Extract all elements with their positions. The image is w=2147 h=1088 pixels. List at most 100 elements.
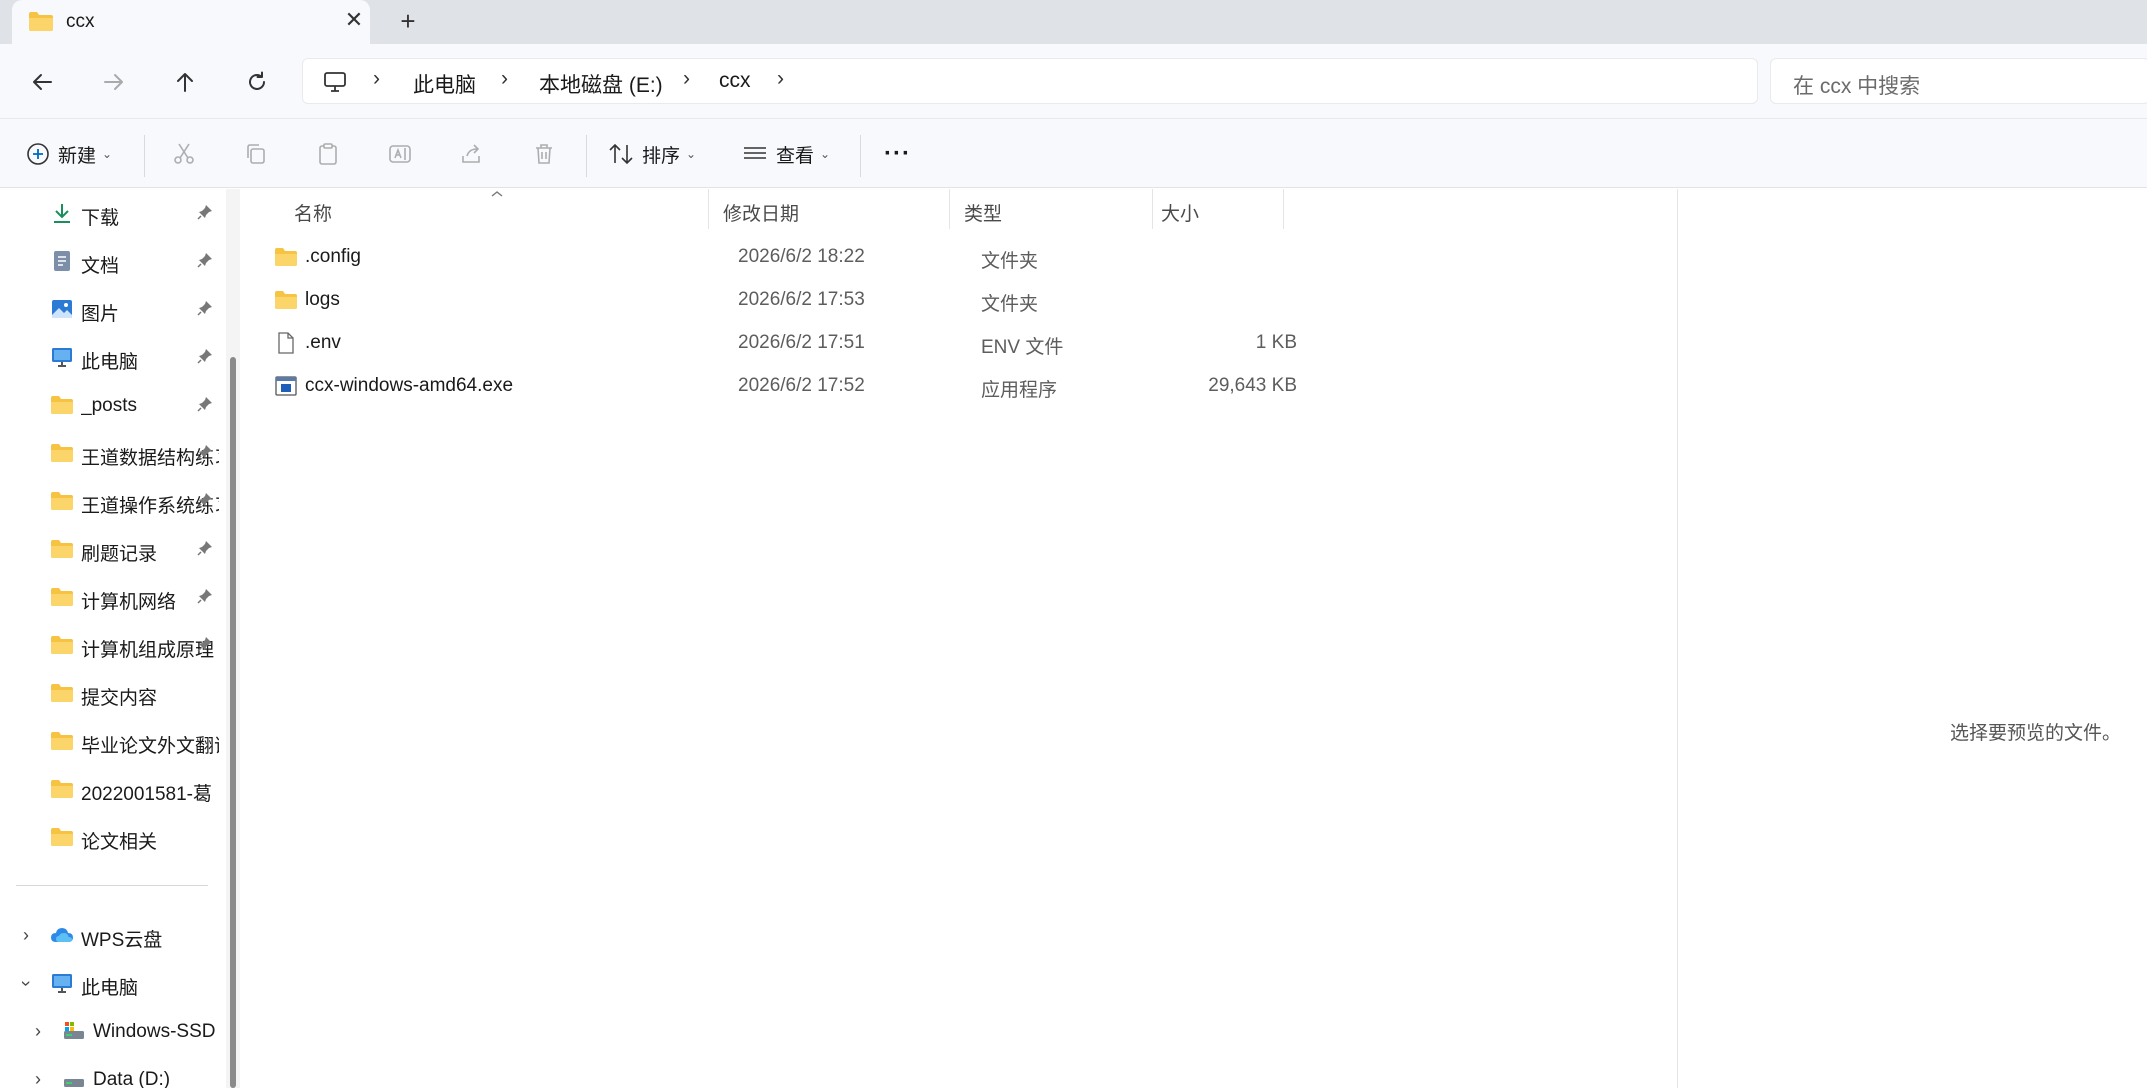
file-date: 2026/6/2 17:53 <box>738 289 865 310</box>
sidebar-item-folder[interactable]: 计算机网络 <box>0 575 222 619</box>
delete-button[interactable] <box>532 135 556 173</box>
column-header-size[interactable]: 大小 <box>1153 189 1283 229</box>
cut-button[interactable] <box>172 135 196 173</box>
computer-icon <box>324 72 346 92</box>
sidebar-item-data-d[interactable]: › Data (D:) <box>0 1057 222 1088</box>
sidebar-item-pictures[interactable]: 图片 <box>0 287 222 331</box>
sidebar-item-this-pc[interactable]: 此电脑 <box>0 335 222 379</box>
file-list: 名称 修改日期 类型 大小 .config 2026/6/2 18:22 文件夹… <box>246 189 1678 1088</box>
file-icon <box>278 332 294 354</box>
file-type: 应用程序 <box>981 380 1058 401</box>
breadcrumb-separator-icon[interactable]: › <box>683 67 690 91</box>
file-type: 文件夹 <box>981 294 1039 315</box>
sidebar-item-folder[interactable]: 2022001581-葛 <box>0 767 222 811</box>
folder-icon <box>51 492 73 510</box>
paste-button[interactable] <box>316 135 340 173</box>
folder-icon <box>51 684 73 702</box>
refresh-icon[interactable] <box>237 62 277 102</box>
file-name: .config <box>305 246 361 267</box>
forward-arrow-icon[interactable] <box>94 62 134 102</box>
sidebar-item-documents[interactable]: 文档 <box>0 239 222 283</box>
preview-message: 选择要预览的文件。 <box>1950 723 2122 744</box>
divider <box>144 135 145 177</box>
table-row[interactable]: ccx-windows-amd64.exe 2026/6/2 17:52 应用程… <box>268 366 1528 406</box>
preview-divider[interactable] <box>1677 189 1678 1088</box>
search-input[interactable]: 在 ccx 中搜索 <box>1770 58 2147 104</box>
navigation-pane: 下载 文档 图片 此电脑 _posts 王道数据结构练习 王道操作系统练习 刷题… <box>0 189 222 1088</box>
file-name: logs <box>305 289 340 310</box>
sidebar-item-windows-ssd[interactable]: › Windows-SSD <box>0 1009 222 1053</box>
folder-icon <box>51 780 73 798</box>
breadcrumb-separator-icon[interactable]: › <box>777 67 784 91</box>
file-name: ccx-windows-amd64.exe <box>305 375 514 396</box>
chevron-right-icon[interactable]: › <box>28 1069 48 1088</box>
copy-button[interactable] <box>244 135 268 173</box>
new-tab-button[interactable]: + <box>392 6 424 38</box>
tab-title: ccx <box>66 11 95 32</box>
plus-circle-icon <box>27 143 49 165</box>
sidebar-item-folder[interactable]: 计算机组成原理 <box>0 623 222 667</box>
table-row[interactable]: .config 2026/6/2 18:22 文件夹 <box>268 237 1528 277</box>
sidebar-item-folder[interactable]: 毕业论文外文翻译 <box>0 719 222 763</box>
rename-button[interactable] <box>388 135 412 173</box>
chevron-right-icon[interactable]: › <box>28 1021 48 1042</box>
share-button[interactable] <box>460 135 484 173</box>
sort-button-label: 排序 <box>642 145 681 167</box>
table-row[interactable]: logs 2026/6/2 17:53 文件夹 <box>268 280 1528 320</box>
breadcrumb-this-pc[interactable]: 此电脑 <box>413 69 476 99</box>
view-button[interactable]: 查看 ⌄ <box>742 135 830 173</box>
address-bar[interactable]: › 此电脑 › 本地磁盘 (E:) › ccx › <box>302 58 1758 104</box>
sidebar-item-folder[interactable]: 提交内容 <box>0 671 222 715</box>
download-icon <box>54 204 70 223</box>
title-bar: ccx ✕ + <box>0 0 2147 44</box>
sidebar-item-folder[interactable]: 论文相关 <box>0 815 222 859</box>
pin-icon <box>197 637 212 652</box>
new-button[interactable]: 新建 ⌄ <box>26 135 112 173</box>
sidebar-item-posts[interactable]: _posts <box>0 383 222 427</box>
column-header-name[interactable]: 名称 <box>246 189 708 229</box>
file-date: 2026/6/2 17:51 <box>738 332 865 353</box>
divider <box>16 885 208 886</box>
sort-button[interactable]: 排序 ⌄ <box>608 135 696 173</box>
column-divider[interactable] <box>1283 189 1284 229</box>
drive-icon <box>64 1079 84 1087</box>
sidebar-item-folder[interactable]: 王道数据结构练习 <box>0 431 222 475</box>
folder-icon <box>51 828 73 846</box>
chevron-right-icon[interactable]: › <box>16 925 36 946</box>
sidebar-item-this-pc-tree[interactable]: › 此电脑 <box>0 961 222 1005</box>
file-type: 文件夹 <box>981 251 1039 272</box>
breadcrumb-separator-icon[interactable]: › <box>501 67 508 91</box>
sidebar-item-folder[interactable]: 刷题记录 <box>0 527 222 571</box>
file-size: 1 KB <box>1255 332 1297 353</box>
chevron-down-icon: ⌄ <box>820 147 831 161</box>
sidebar-item-folder[interactable]: 王道操作系统练习 <box>0 479 222 523</box>
folder-icon <box>51 396 73 414</box>
sidebar-scrollbar[interactable] <box>226 189 240 1088</box>
picture-icon <box>52 300 72 318</box>
file-date: 2026/6/2 17:52 <box>738 375 865 396</box>
breadcrumb-ccx[interactable]: ccx <box>719 69 751 93</box>
sidebar-item-wps-cloud[interactable]: › WPS云盘 <box>0 913 222 957</box>
tab-ccx[interactable]: ccx ✕ <box>12 0 370 44</box>
back-arrow-icon[interactable] <box>22 62 62 102</box>
up-arrow-icon[interactable] <box>165 62 205 102</box>
file-size: 29,643 KB <box>1208 375 1297 396</box>
chevron-down-icon[interactable]: › <box>16 974 37 994</box>
pin-icon <box>197 589 212 604</box>
divider <box>586 135 587 177</box>
pin-icon <box>197 493 212 508</box>
computer-icon <box>52 974 72 993</box>
column-header-label: 修改日期 <box>723 204 800 225</box>
document-icon <box>54 251 70 271</box>
close-tab-icon[interactable]: ✕ <box>340 6 368 34</box>
more-options-button[interactable]: ··· <box>884 135 911 173</box>
breadcrumb-local-disk-e[interactable]: 本地磁盘 (E:) <box>539 69 663 99</box>
sidebar-item-downloads[interactable]: 下载 <box>0 191 222 235</box>
breadcrumb-separator-icon[interactable]: › <box>373 67 380 91</box>
pin-icon <box>197 541 212 556</box>
column-header-type[interactable]: 类型 <box>950 189 1152 229</box>
scrollbar-thumb[interactable] <box>230 357 236 1088</box>
column-header-date[interactable]: 修改日期 <box>709 189 949 229</box>
new-button-label: 新建 <box>58 145 97 167</box>
table-row[interactable]: .env 2026/6/2 17:51 ENV 文件 1 KB <box>268 323 1528 363</box>
